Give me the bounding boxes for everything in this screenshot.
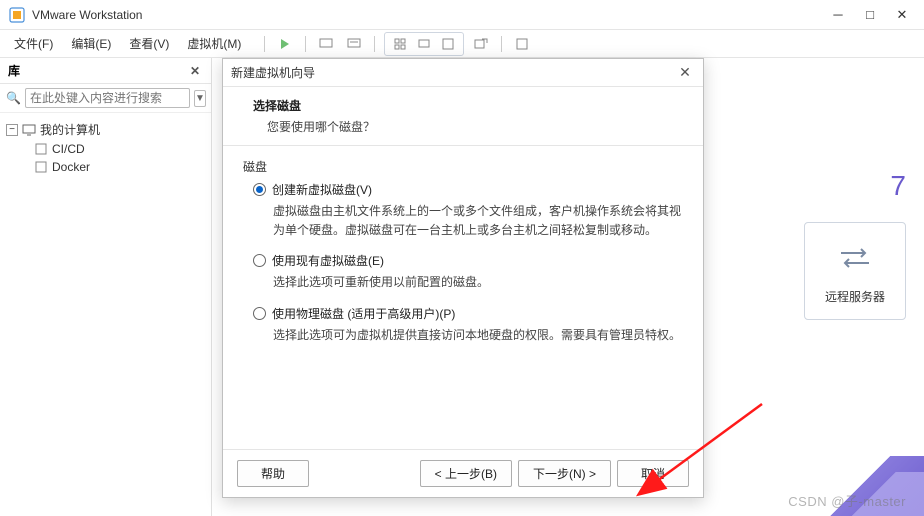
dialog-titlebar: 新建虚拟机向导 ✕ [223, 59, 703, 87]
disk-group-label: 磁盘 [243, 158, 683, 175]
dialog-subtext: 您要使用哪个磁盘？ [253, 118, 685, 135]
radio-desc: 选择此选项可为虚拟机提供直接访问本地硬盘的权限。需要具有管理员特权。 [273, 326, 683, 345]
back-button[interactable]: < 上一步(B) [420, 460, 512, 487]
window-titlebar: VMware Workstation ─ □ ✕ [0, 0, 924, 30]
tree-item-docker[interactable]: Docker [32, 158, 207, 176]
minimize-button[interactable]: ─ [824, 5, 852, 25]
expand-icon[interactable] [437, 34, 459, 54]
radio-icon[interactable] [253, 254, 266, 267]
cancel-button[interactable]: 取消 [617, 460, 689, 487]
menu-view[interactable]: 查看(V) [121, 32, 177, 55]
search-dropdown-icon[interactable]: ▼ [194, 90, 206, 107]
fullscreen-icon[interactable] [511, 34, 533, 54]
sidebar-title: 库 [8, 62, 187, 79]
grid-icon[interactable] [389, 34, 411, 54]
tree-root-label: 我的计算机 [40, 121, 100, 138]
transfer-icon [813, 243, 897, 276]
dialog-header: 选择磁盘 您要使用哪个磁盘？ [223, 87, 703, 146]
collapse-icon[interactable]: − [6, 124, 18, 136]
app-icon [8, 6, 26, 24]
main-area: 库 ✕ 🔍 ▼ − 我的计算机 CI/CD Docker [0, 58, 924, 516]
separator [374, 36, 375, 52]
app-title: VMware Workstation [32, 8, 824, 22]
radio-label: 创建新虚拟磁盘(V) [272, 181, 372, 198]
right-panel: 7 远程服务器 [796, 170, 906, 320]
play-icon[interactable] [274, 34, 296, 54]
radio-icon[interactable] [253, 307, 266, 320]
screen2-icon[interactable] [343, 34, 365, 54]
dialog-heading: 选择磁盘 [253, 97, 685, 114]
search-icon: 🔍 [6, 91, 21, 105]
dialog-close-icon[interactable]: ✕ [675, 63, 695, 83]
dialog-body: 磁盘 创建新虚拟磁盘(V) 虚拟磁盘由主机文件系统上的一个或多个文件组成，客户机… [223, 146, 703, 449]
search-input[interactable] [25, 88, 190, 108]
toolbar [261, 32, 533, 56]
radio-icon[interactable] [253, 183, 266, 196]
library-sidebar: 库 ✕ 🔍 ▼ − 我的计算机 CI/CD Docker [0, 58, 212, 516]
help-button[interactable]: 帮助 [237, 460, 309, 487]
dialog-footer: 帮助 < 上一步(B) 下一步(N) > 取消 [223, 449, 703, 497]
radio-desc: 虚拟磁盘由主机文件系统上的一个或多个文件组成，客户机操作系统会将其视为单个硬盘。… [273, 202, 683, 240]
separator [501, 36, 502, 52]
radio-use-physical-disk[interactable]: 使用物理磁盘 (适用于高级用户)(P) [253, 305, 683, 322]
vm-icon [34, 143, 48, 155]
radio-create-new-disk[interactable]: 创建新虚拟磁盘(V) [253, 181, 683, 198]
window-controls: ─ □ ✕ [824, 5, 916, 25]
connect-remote-card[interactable]: 远程服务器 [804, 222, 906, 320]
menu-edit[interactable]: 编辑(E) [63, 32, 119, 55]
nav-buttons: < 上一步(B) 下一步(N) > 取消 [420, 460, 689, 487]
radio-use-existing-disk[interactable]: 使用现有虚拟磁盘(E) [253, 252, 683, 269]
menu-vm[interactable]: 虚拟机(M) [179, 32, 249, 55]
launch-icon[interactable] [470, 34, 492, 54]
radio-label: 使用现有虚拟磁盘(E) [272, 252, 384, 269]
tree-item-label: CI/CD [52, 142, 85, 156]
sidebar-close-icon[interactable]: ✕ [187, 63, 203, 79]
radio-desc: 选择此选项可重新使用以前配置的磁盘。 [273, 273, 683, 292]
radio-label: 使用物理磁盘 (适用于高级用户)(P) [272, 305, 455, 322]
tree-root[interactable]: − 我的计算机 [4, 119, 207, 140]
next-button[interactable]: 下一步(N) > [518, 460, 611, 487]
content-area: 7 远程服务器 新建虚拟机向导 ✕ 选择磁盘 您要使用哪个磁盘？ 磁盘 [212, 58, 924, 516]
watermark: CSDN @子-master [788, 491, 906, 510]
tree-item-cicd[interactable]: CI/CD [32, 140, 207, 158]
version-digit: 7 [796, 170, 906, 202]
library-tree: − 我的计算机 CI/CD Docker [0, 113, 211, 182]
separator [305, 36, 306, 52]
menu-bar: 文件(F) 编辑(E) 查看(V) 虚拟机(M) [0, 30, 924, 58]
tree-item-label: Docker [52, 160, 90, 174]
separator [264, 36, 265, 52]
computer-icon [22, 124, 36, 136]
toolbar-group [384, 32, 464, 56]
vm-icon [34, 161, 48, 173]
new-vm-wizard-dialog: 新建虚拟机向导 ✕ 选择磁盘 您要使用哪个磁盘？ 磁盘 创建新虚拟磁盘(V) 虚… [222, 58, 704, 498]
monitor-icon[interactable] [413, 34, 435, 54]
close-button[interactable]: ✕ [888, 5, 916, 25]
screen-icon[interactable] [315, 34, 337, 54]
dialog-title: 新建虚拟机向导 [231, 64, 675, 81]
connect-remote-label: 远程服务器 [813, 288, 897, 305]
sidebar-header: 库 ✕ [0, 58, 211, 84]
search-row: 🔍 ▼ [0, 84, 211, 113]
maximize-button[interactable]: □ [856, 5, 884, 25]
menu-file[interactable]: 文件(F) [6, 32, 61, 55]
